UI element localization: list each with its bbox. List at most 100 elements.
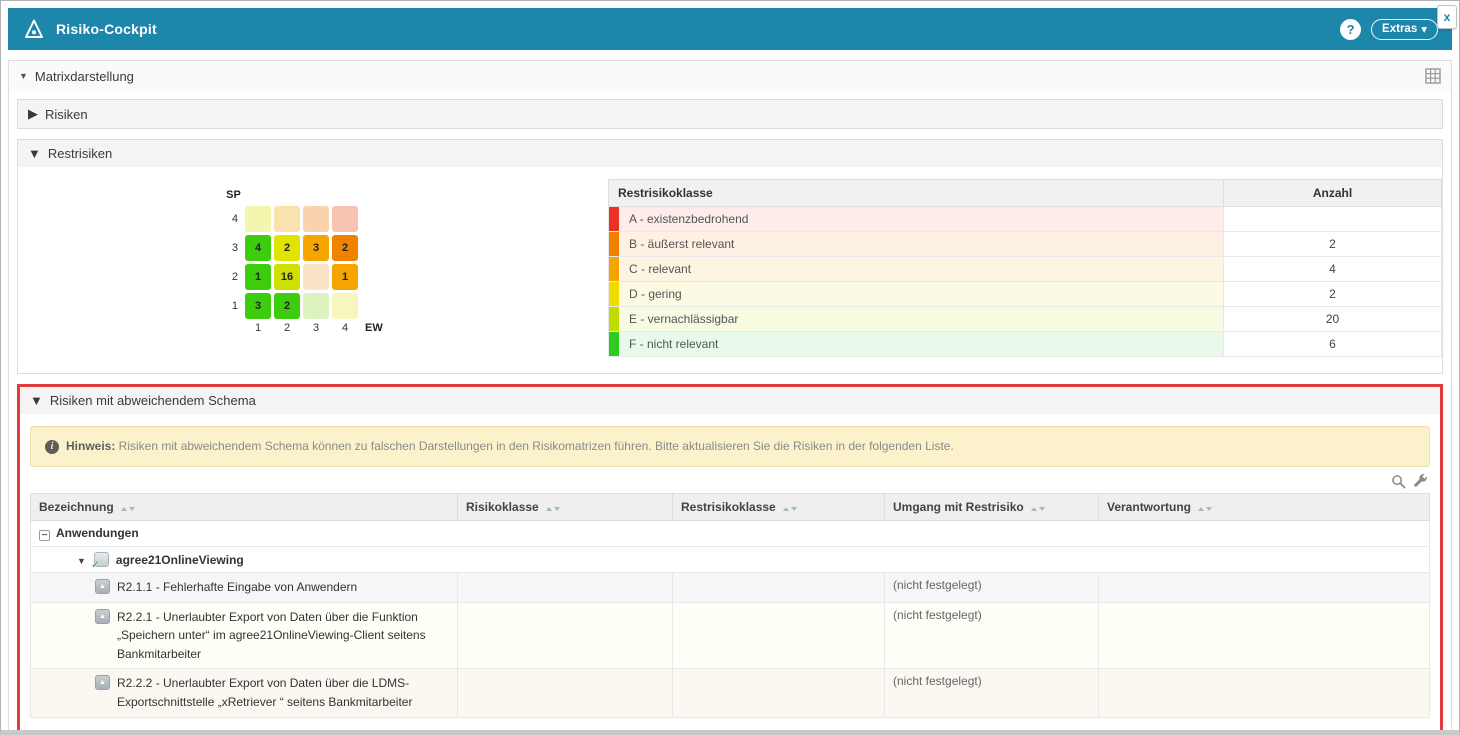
class-count — [1224, 207, 1442, 232]
risk-row[interactable]: ▲ R2.1.1 - Fehlerhafte Eingabe von Anwend… — [31, 573, 1430, 603]
table-row: C - relevant 4 — [609, 257, 1442, 282]
search-icon[interactable] — [1391, 474, 1406, 489]
class-color-marker — [609, 257, 619, 281]
section-header-risiken[interactable]: ▶ Risiken — [18, 100, 1442, 128]
table-row: E - vernachlässigbar 20 — [609, 307, 1442, 332]
app-window: Risiko-Cockpit ? Extras ▾ x ▼ Matrixdars… — [0, 0, 1460, 735]
class-label: E - vernachlässigbar — [629, 312, 738, 326]
column-header-umgang[interactable]: Umgang mit Restrisiko — [885, 494, 1099, 521]
collapse-group-icon[interactable]: − — [39, 530, 50, 541]
column-header-risikoklasse[interactable]: Risikoklasse — [458, 494, 673, 521]
section-header-restrisiken[interactable]: ▼ Restrisiken — [18, 140, 1442, 167]
help-button[interactable]: ? — [1340, 19, 1361, 40]
hint-label: Hinweis: — [66, 439, 115, 453]
class-color-marker — [609, 282, 619, 306]
risk-item-icon: ▲ — [95, 609, 110, 624]
extras-button[interactable]: Extras ▾ — [1371, 19, 1438, 40]
section-title: Matrixdarstellung — [35, 69, 134, 84]
sort-icon — [1198, 507, 1212, 511]
class-color-marker — [609, 307, 619, 331]
class-color-marker — [609, 232, 619, 256]
matrix-cell[interactable]: 16 — [274, 264, 300, 290]
page-title: Risiko-Cockpit — [56, 21, 157, 37]
risk-item-icon: ▲ — [95, 675, 110, 690]
restrisiko-table-pane: Restrisikoklasse Anzahl A - existenzbedr… — [608, 179, 1442, 357]
class-label: C - relevant — [629, 262, 691, 276]
risk-name: R2.1.1 - Fehlerhafte Eingabe von Anwende… — [117, 578, 357, 597]
matrix-cell[interactable] — [332, 206, 358, 232]
risk-risikoklasse — [458, 602, 673, 669]
risk-risikoklasse — [458, 573, 673, 603]
section-restrisiken: ▼ Restrisiken SP 4 — [17, 139, 1443, 374]
column-header-bezeichnung[interactable]: Bezeichnung — [31, 494, 458, 521]
column-header-anzahl: Anzahl — [1224, 180, 1442, 207]
column-header-restrisikoklasse[interactable]: Restrisikoklasse — [673, 494, 885, 521]
class-color-marker — [609, 332, 619, 356]
app-logo-icon — [22, 17, 46, 41]
matrix-x-tick: 3 — [303, 322, 329, 334]
matrix-cell[interactable] — [245, 206, 271, 232]
collapse-collapsed-icon: ▶ — [28, 106, 38, 122]
extras-label: Extras — [1382, 23, 1417, 35]
risk-matrix-pane: SP 4 3 4 2 — [18, 179, 608, 357]
matrix-cell[interactable]: 1 — [332, 264, 358, 290]
column-header-verantwortung[interactable]: Verantwortung — [1099, 494, 1430, 521]
section-title: Risiken — [45, 107, 88, 122]
risk-verantwortung — [1099, 602, 1430, 669]
group-row-anwendungen[interactable]: −Anwendungen — [31, 521, 1430, 547]
grid-view-icon[interactable] — [1425, 68, 1441, 84]
sort-icon — [1031, 507, 1045, 511]
info-icon: i — [45, 440, 59, 454]
matrix-cell[interactable]: 2 — [274, 235, 300, 261]
matrix-y-tick: 2 — [222, 271, 238, 283]
matrix-cell[interactable]: 4 — [245, 235, 271, 261]
highlight-border: ▼ Risiken mit abweichendem Schema i Hinw… — [17, 384, 1443, 735]
class-label: D - gering — [629, 287, 682, 301]
matrix-cell[interactable]: 3 — [303, 235, 329, 261]
matrix-cell[interactable]: 2 — [332, 235, 358, 261]
risk-umgang: (nicht festgelegt) — [885, 573, 1099, 603]
risk-item-icon: ▲ — [95, 579, 110, 594]
caret-down-icon: ▾ — [1421, 22, 1427, 36]
matrix-row: 1 3 2 — [222, 293, 608, 319]
risk-row[interactable]: ▲R2.2.2 - Unerlaubter Export von Daten ü… — [31, 669, 1430, 717]
subgroup-row-agree21onlineviewing[interactable]: ▼✓agree21OnlineViewing — [31, 547, 1430, 573]
restrisiko-table: Restrisikoklasse Anzahl A - existenzbedr… — [608, 179, 1442, 357]
collapse-expanded-icon: ▼ — [19, 71, 28, 81]
matrix-row: 3 4 2 3 2 — [222, 235, 608, 261]
section-header-matrixdarstellung[interactable]: ▼ Matrixdarstellung — [9, 61, 1451, 91]
risk-matrix: SP 4 3 4 2 — [222, 189, 608, 334]
group-label: Anwendungen — [56, 526, 139, 540]
matrix-cell[interactable] — [303, 206, 329, 232]
matrix-cell[interactable]: 3 — [245, 293, 271, 319]
matrix-y-tick: 4 — [222, 213, 238, 225]
class-count: 2 — [1224, 282, 1442, 307]
section-header-schema[interactable]: ▼ Risiken mit abweichendem Schema — [20, 387, 1440, 414]
risk-verantwortung — [1099, 669, 1430, 717]
hint-banner: i Hinweis: Risiken mit abweichendem Sche… — [30, 426, 1430, 467]
table-toolbar — [30, 471, 1430, 493]
risk-table: Bezeichnung Risikoklasse Restrisikoklass… — [30, 493, 1430, 718]
class-count: 6 — [1224, 332, 1442, 357]
matrix-cell[interactable]: 1 — [245, 264, 271, 290]
collapse-subgroup-icon[interactable]: ▼ — [77, 556, 86, 566]
matrix-x-tick: 1 — [245, 322, 271, 334]
section-schema: ▼ Risiken mit abweichendem Schema i Hinw… — [20, 387, 1440, 735]
matrix-x-tick: 4 — [332, 322, 358, 334]
table-row: D - gering 2 — [609, 282, 1442, 307]
class-label: F - nicht relevant — [629, 337, 718, 351]
matrix-cell[interactable] — [303, 293, 329, 319]
risk-row[interactable]: ▲R2.2.1 - Unerlaubter Export von Daten ü… — [31, 602, 1430, 669]
matrix-y-tick: 3 — [222, 242, 238, 254]
matrix-cell[interactable]: 2 — [274, 293, 300, 319]
sort-icon — [783, 507, 797, 511]
class-label: B - äußerst relevant — [629, 237, 734, 251]
wrench-icon[interactable] — [1413, 474, 1428, 489]
matrix-cell[interactable] — [332, 293, 358, 319]
matrix-x-tick: 2 — [274, 322, 300, 334]
matrix-cell[interactable] — [303, 264, 329, 290]
collapse-expanded-icon: ▼ — [30, 393, 43, 408]
sort-icon — [546, 507, 560, 511]
matrix-cell[interactable] — [274, 206, 300, 232]
close-button[interactable]: x — [1437, 5, 1457, 29]
